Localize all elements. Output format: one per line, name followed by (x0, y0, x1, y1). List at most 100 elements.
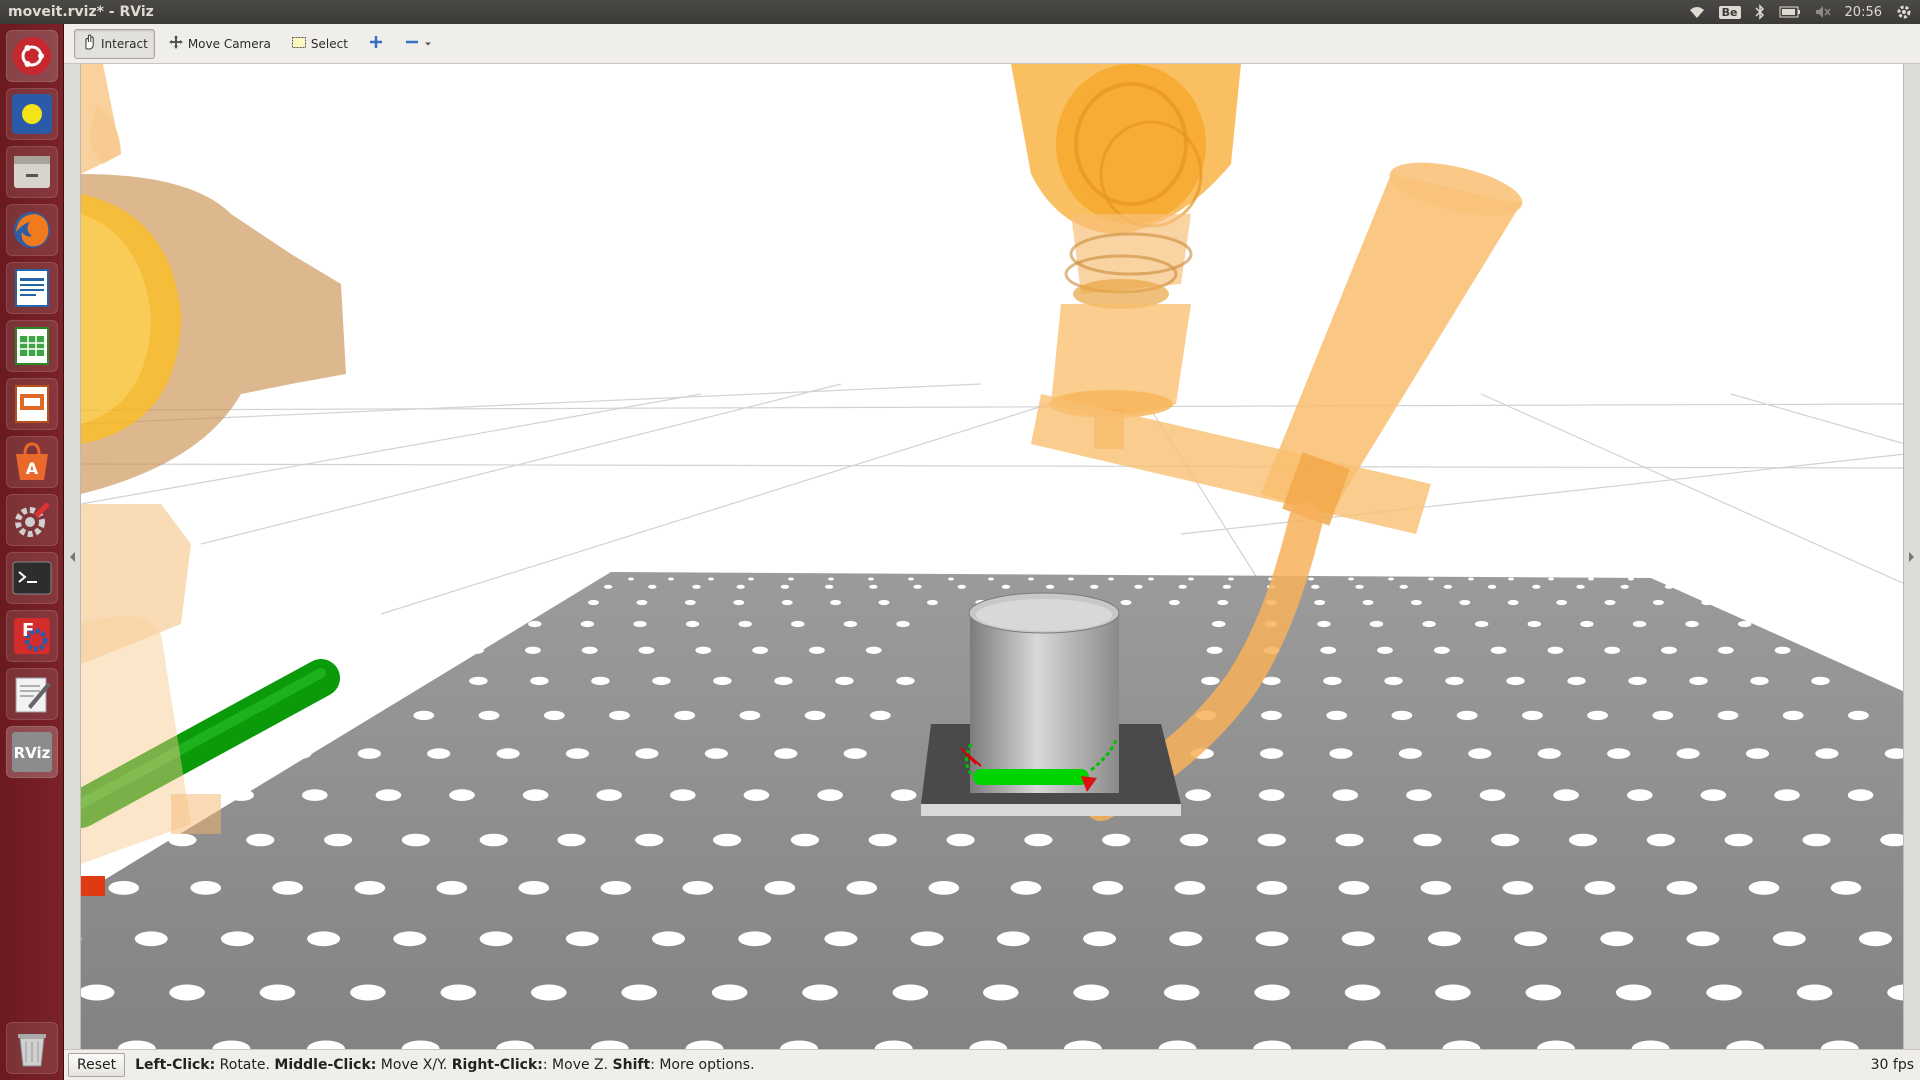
table-hole (1604, 599, 1616, 606)
table-hole (996, 931, 1030, 947)
table-hole (1212, 620, 1226, 628)
table-hole (1443, 584, 1453, 589)
table-hole (427, 748, 451, 759)
table-hole (638, 646, 655, 654)
table-hole (1848, 710, 1869, 721)
table-hole (1514, 931, 1548, 947)
table-hole (1068, 577, 1074, 581)
hint-shift: Shift (612, 1057, 651, 1073)
svg-text:A: A (26, 459, 39, 478)
table-hole (1815, 748, 1839, 759)
table-hole (868, 577, 874, 581)
table-hole (1326, 710, 1348, 721)
table-hole (865, 646, 882, 654)
firefox-icon[interactable] (6, 204, 58, 256)
table-hole (670, 789, 696, 801)
table-hole (530, 676, 549, 686)
system-settings-icon[interactable] (6, 494, 58, 546)
table-hole (1320, 646, 1337, 654)
table-hole (1024, 833, 1053, 847)
reset-button[interactable]: Reset (68, 1053, 126, 1077)
table-hole (1748, 881, 1780, 895)
table-hole (1627, 789, 1653, 801)
table-hole (1830, 881, 1862, 895)
table-hole (988, 577, 994, 581)
table-hole (748, 577, 754, 581)
table-hole (357, 748, 381, 759)
trash-icon[interactable] (6, 1022, 58, 1074)
writer-icon[interactable] (6, 262, 58, 314)
interact-tool-label: Interact (101, 36, 148, 51)
add-tool-button[interactable] (361, 29, 391, 59)
table-hole (652, 676, 671, 686)
table-hole (628, 577, 634, 581)
table-hole (1584, 881, 1616, 895)
table-hole (220, 931, 254, 947)
table-hole (1428, 577, 1434, 581)
clock[interactable]: 20:56 (1845, 5, 1882, 20)
unity-launcher: A F RViz (0, 24, 64, 1080)
table-hole (1615, 984, 1652, 1001)
table-hole (1479, 789, 1506, 801)
table-hole (1355, 584, 1364, 589)
table-hole (565, 748, 590, 759)
table-hole (809, 646, 825, 654)
wifi-icon[interactable] (1689, 5, 1705, 19)
right-panel-collapsed[interactable] (1904, 64, 1920, 1049)
table-hole (1332, 789, 1359, 801)
calc-icon[interactable] (6, 320, 58, 372)
table-hole (1632, 620, 1647, 628)
table-hole (733, 599, 745, 606)
status-bar: Reset Left-Click: Rotate. Middle-Click: … (64, 1049, 1920, 1080)
table-hole (1420, 881, 1452, 895)
battery-icon[interactable] (1779, 6, 1801, 18)
table-hole (648, 584, 657, 589)
table-hole (1661, 646, 1677, 654)
table-hole (539, 599, 551, 606)
table-hole (1261, 710, 1282, 721)
table-hole (1254, 984, 1290, 1001)
terminal-icon[interactable] (6, 552, 58, 604)
hint-left-click-action: Rotate. (215, 1057, 275, 1073)
impress-icon[interactable] (6, 378, 58, 430)
table-hole (869, 710, 891, 721)
table-hole (1456, 710, 1478, 721)
table-hole (692, 584, 701, 589)
remove-tool-button[interactable] (397, 29, 439, 59)
svg-text:F: F (22, 620, 34, 641)
3d-render-viewport[interactable] (80, 64, 1904, 1049)
system-icon[interactable] (6, 88, 58, 140)
table-hole (449, 789, 475, 801)
table-hole (774, 748, 798, 759)
select-tool-button[interactable]: Select (284, 29, 355, 59)
table-hole (375, 789, 402, 801)
volume-muted-icon[interactable] (1815, 5, 1831, 19)
table-hole (1377, 646, 1393, 654)
table-hole (347, 676, 366, 686)
table-hole (522, 789, 549, 801)
table-hole (1323, 676, 1342, 686)
table-hole (288, 748, 312, 759)
table-hole (1228, 577, 1234, 581)
rviz-toolbar: Interact Move Camera Select (64, 24, 1920, 64)
bluetooth-icon[interactable] (1755, 4, 1765, 20)
table-hole (1782, 710, 1804, 721)
rviz-icon[interactable]: RViz (6, 726, 58, 778)
table-hole (1717, 646, 1734, 654)
files-icon[interactable] (6, 146, 58, 198)
table-hole (1260, 748, 1284, 759)
interact-tool-button[interactable]: Interact (74, 28, 155, 59)
ubuntu-dash-icon[interactable] (6, 30, 58, 82)
software-center-icon[interactable]: A (6, 436, 58, 488)
keyboard-layout-indicator[interactable]: Be (1718, 5, 1741, 19)
table-hole (134, 931, 168, 947)
gear-icon[interactable] (1896, 4, 1912, 20)
table-hole (752, 646, 768, 654)
left-panel-collapsed[interactable] (64, 64, 80, 1049)
table-hole (228, 789, 254, 801)
table-hole (846, 881, 878, 895)
table-hole (596, 789, 622, 801)
move-camera-tool-button[interactable]: Move Camera (161, 29, 278, 59)
text-editor-icon[interactable] (6, 668, 58, 720)
configuration-icon[interactable]: F (6, 610, 58, 662)
